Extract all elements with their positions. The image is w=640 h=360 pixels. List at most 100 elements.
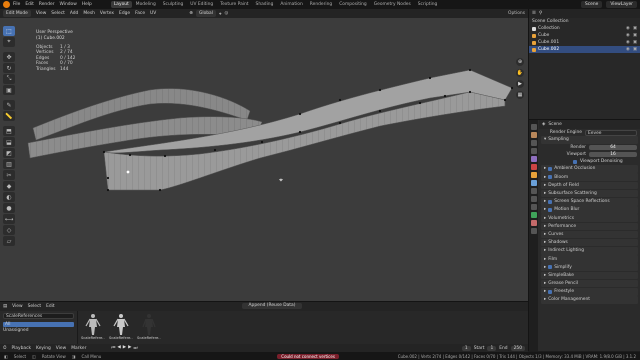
poly-build-icon[interactable]: ◆	[3, 181, 15, 191]
options-dropdown[interactable]: Options	[508, 11, 525, 16]
tool-tab-icon[interactable]	[530, 124, 537, 130]
panel-curves[interactable]: ▸ Curves	[541, 230, 638, 239]
texture-tab-icon[interactable]	[530, 228, 537, 234]
tab-compositing[interactable]: Compositing	[336, 1, 370, 8]
catalog-all[interactable]: All	[3, 322, 74, 327]
camera-icon[interactable]: ▶	[516, 80, 524, 88]
eye-icon[interactable]: ◉	[626, 40, 630, 45]
filter-icon[interactable]: ⚲	[539, 11, 542, 16]
particles-tab-icon[interactable]	[530, 188, 537, 194]
camera-render-icon[interactable]: ▣	[633, 26, 637, 31]
panel-ambient-occlusion[interactable]: ▸ Ambient Occlusion	[541, 165, 638, 173]
spin-icon[interactable]: ◐	[3, 192, 15, 202]
panel-grease-pencil[interactable]: ▸ Grease Pencil	[541, 279, 638, 288]
render-samples-field[interactable]: 64	[589, 144, 637, 151]
panel-bloom[interactable]: ▸ Bloom	[541, 173, 638, 181]
outliner-row-cube-001[interactable]: Cube.001 ◉ ▣	[529, 39, 640, 46]
scale-icon[interactable]: ⤡	[3, 74, 15, 84]
smooth-icon[interactable]: ●	[3, 203, 15, 213]
panel-color-management[interactable]: ▸ Color Management	[541, 296, 638, 304]
mode-dropdown[interactable]: Edit Mode	[3, 10, 31, 17]
import-type-dropdown[interactable]: Append (Reuse Data)	[242, 303, 302, 309]
grid-perspective-icon[interactable]: ▦	[516, 91, 524, 99]
catalog-unassigned[interactable]: Unassigned	[3, 328, 74, 334]
asset-item[interactable]: ScaleRefere...	[137, 313, 161, 344]
panel-simplify[interactable]: ▸ Simplify	[541, 263, 638, 272]
header-menu-select[interactable]: Select	[51, 11, 65, 16]
world-tab-icon[interactable]	[530, 164, 537, 170]
end-frame-field[interactable]: 250	[510, 345, 525, 351]
menu-render[interactable]: Render	[39, 2, 55, 7]
jump-start-icon[interactable]: ⏮	[111, 345, 115, 351]
panel-checkbox[interactable]	[548, 166, 553, 171]
eye-icon[interactable]: ◉	[626, 47, 630, 52]
camera-render-icon[interactable]: ▣	[633, 33, 637, 38]
tab-animation[interactable]: Animation	[277, 1, 305, 8]
outliner-scene-collection[interactable]: Scene Collection	[529, 18, 640, 25]
rotate-icon[interactable]: ↻	[3, 63, 15, 73]
panel-checkbox[interactable]	[548, 207, 553, 212]
timeline-menu-marker[interactable]: Marker	[71, 346, 86, 351]
physics-tab-icon[interactable]	[530, 196, 537, 202]
pan-hand-icon[interactable]: ✋	[516, 69, 524, 77]
transform-icon[interactable]: ▣	[3, 85, 15, 95]
extrude-icon[interactable]: ⬒	[3, 126, 15, 136]
error-report-message[interactable]: Could not connect vertices	[277, 353, 339, 359]
tab-geometry-nodes[interactable]: Geometry Nodes	[371, 1, 414, 8]
viewport-denoising-checkbox[interactable]	[573, 159, 577, 164]
zoom-icon[interactable]: ⊕	[516, 58, 524, 66]
eye-icon[interactable]: ◉	[626, 26, 630, 31]
outliner-row-cube[interactable]: Cube ◉ ▣	[529, 32, 640, 39]
panel-motion-blur[interactable]: ▸ Motion Blur	[541, 206, 638, 214]
tab-uv-editing[interactable]: UV Editing	[187, 1, 216, 8]
tab-modeling[interactable]: Modeling	[133, 1, 159, 8]
loop-cut-icon[interactable]: ▥	[3, 159, 15, 169]
timeline-menu-keying[interactable]: Keying	[36, 346, 51, 351]
cursor-icon[interactable]: ⌖	[3, 37, 15, 47]
shear-icon[interactable]: ▱	[3, 236, 15, 246]
eye-icon[interactable]: ◉	[626, 33, 630, 38]
jump-end-icon[interactable]: ⏭	[134, 345, 138, 351]
viewport-samples-field[interactable]: 16	[589, 151, 637, 158]
scene-tab-icon[interactable]	[530, 156, 537, 162]
ab-menu-select[interactable]: Select	[28, 304, 42, 309]
menu-file[interactable]: File	[13, 2, 20, 7]
asset-item[interactable]: ScaleRefere...	[81, 313, 105, 344]
select-box-icon[interactable]: ⬚	[3, 26, 15, 36]
data-tab-icon[interactable]	[530, 212, 537, 218]
timeline-editor-icon[interactable]: ⏱	[3, 345, 6, 351]
outliner-row-collection[interactable]: Collection ◉ ▣	[529, 25, 640, 32]
tab-rendering[interactable]: Rendering	[307, 1, 335, 8]
panel-subsurface-scattering[interactable]: ▸ Subsurface Scattering	[541, 189, 638, 198]
inset-icon[interactable]: ⬓	[3, 137, 15, 147]
modifier-tab-icon[interactable]	[530, 180, 537, 186]
move-icon[interactable]: ✥	[3, 52, 15, 62]
tab-layout[interactable]: Layout	[110, 1, 132, 8]
material-tab-icon[interactable]	[530, 220, 537, 226]
panel-screen-space-reflections[interactable]: ▸ Screen Space Reflections	[541, 197, 638, 206]
knife-icon[interactable]: ✂	[3, 170, 15, 180]
constraints-tab-icon[interactable]	[530, 204, 537, 210]
shrink-fatten-icon[interactable]: ◇	[3, 225, 15, 235]
panel-depth-of-field[interactable]: ▸ Depth of Field	[541, 181, 638, 190]
panel-sampling[interactable]: ▾ Sampling	[541, 136, 638, 144]
orientation-dropdown[interactable]: Global	[195, 10, 216, 17]
bevel-icon[interactable]: ◩	[3, 148, 15, 158]
ab-menu-edit[interactable]: Edit	[46, 304, 55, 309]
panel-volumetrics[interactable]: ▸ Volumetrics	[541, 214, 638, 222]
annotate-icon[interactable]: ✎	[3, 100, 15, 110]
blender-logo-icon[interactable]	[3, 1, 10, 8]
start-frame-field[interactable]: 1	[487, 345, 497, 351]
header-menu-uv[interactable]: UV	[150, 11, 156, 16]
header-menu-edge[interactable]: Edge	[119, 11, 130, 16]
prev-keyframe-icon[interactable]: ◀	[117, 345, 120, 351]
tab-scripting[interactable]: Scripting	[415, 1, 441, 8]
current-frame-field[interactable]: 1	[461, 345, 471, 351]
header-menu-mesh[interactable]: Mesh	[83, 11, 95, 16]
panel-checkbox[interactable]	[548, 289, 553, 294]
header-menu-view[interactable]: View	[36, 11, 46, 16]
header-menu-add[interactable]: Add	[70, 11, 79, 16]
panel-simplebake[interactable]: ▸ SimpleBake	[541, 271, 638, 280]
tab-sculpting[interactable]: Sculpting	[160, 1, 187, 8]
tab-shading[interactable]: Shading	[253, 1, 277, 8]
